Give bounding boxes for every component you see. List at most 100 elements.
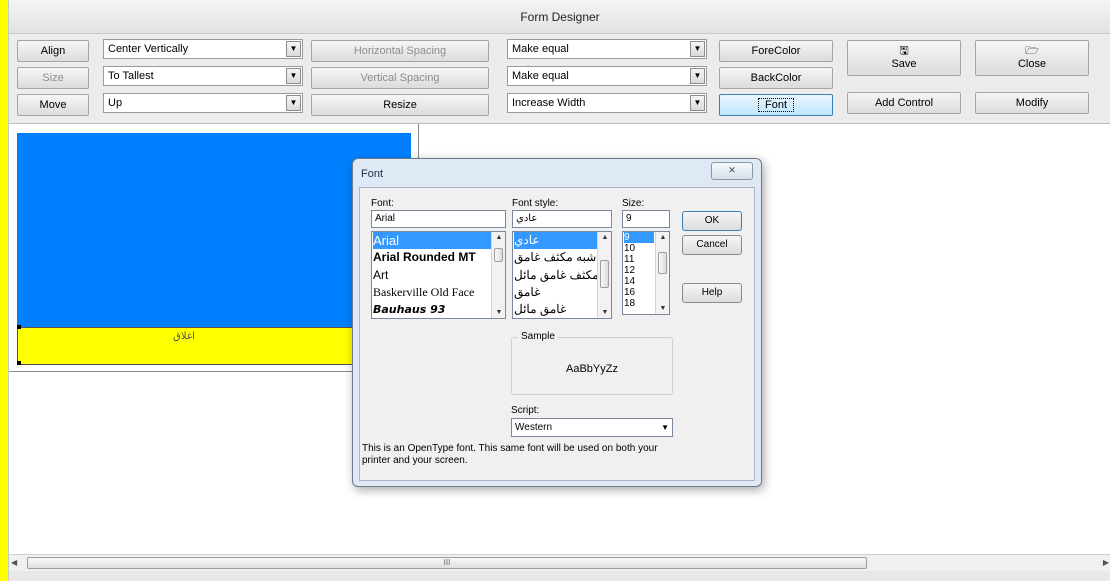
font-size-item[interactable]: 11 bbox=[624, 254, 634, 265]
scrollbar-thumb[interactable]: III bbox=[27, 557, 867, 569]
size-combo-value: To Tallest bbox=[108, 70, 154, 82]
dropdown-arrow-icon[interactable]: ▼ bbox=[690, 68, 705, 84]
font-size-item[interactable]: 10 bbox=[624, 243, 635, 254]
font-style-scrollbar[interactable]: ▲ ▼ bbox=[597, 232, 611, 318]
font-button-label: Font bbox=[757, 98, 794, 112]
sample-label: Sample bbox=[518, 331, 558, 342]
font-list[interactable]: Arial Arial Rounded MT Art Baskerville O… bbox=[371, 231, 506, 319]
font-list-item[interactable]: Arial bbox=[373, 232, 491, 249]
scroll-down-icon[interactable]: ▼ bbox=[656, 305, 669, 312]
script-combo[interactable]: Western ▼ bbox=[511, 418, 673, 437]
move-combo[interactable]: Up ▼ bbox=[103, 93, 303, 113]
font-button[interactable]: Font bbox=[719, 94, 833, 116]
font-list-item[interactable]: Arial Rounded MT bbox=[373, 249, 476, 266]
close-icon: ⨯ bbox=[727, 165, 737, 176]
scrollbar-thumb[interactable] bbox=[600, 260, 609, 288]
modify-button[interactable]: Modify bbox=[975, 92, 1089, 114]
status-bar bbox=[9, 571, 1110, 581]
resize-combo-value: Increase Width bbox=[512, 97, 586, 109]
scrollbar-grip: III bbox=[443, 558, 451, 567]
scrollbar-thumb[interactable] bbox=[658, 252, 667, 274]
resize-handle[interactable] bbox=[17, 361, 21, 365]
scroll-down-icon[interactable]: ▼ bbox=[492, 309, 505, 316]
font-dialog-body: Font: Arial Arial Arial Rounded MT Art B… bbox=[359, 187, 755, 481]
font-style-input[interactable]: عادي bbox=[512, 210, 612, 228]
font-name-input[interactable]: Arial bbox=[371, 210, 506, 228]
font-style-list[interactable]: عادي شبه مكثف غامق ه مكثف غامق مائل غامق… bbox=[512, 231, 612, 319]
cancel-button[interactable]: Cancel bbox=[682, 235, 742, 255]
dropdown-arrow-icon[interactable]: ▼ bbox=[286, 68, 301, 84]
size-combo[interactable]: To Tallest ▼ bbox=[103, 66, 303, 86]
align-button[interactable]: Align bbox=[17, 40, 89, 62]
font-style-item[interactable]: غامق bbox=[514, 284, 540, 301]
close-button[interactable]: 🗁 Close bbox=[975, 40, 1089, 76]
horizontal-scrollbar[interactable]: ◀ III ▶ bbox=[9, 554, 1110, 571]
close-control-caption: اغلاق bbox=[173, 331, 195, 342]
dialog-close-button[interactable]: ⨯ bbox=[711, 162, 753, 180]
close-button-label: Close bbox=[1017, 58, 1047, 70]
horizontal-spacing-button[interactable]: Horizontal Spacing bbox=[311, 40, 489, 62]
move-button[interactable]: Move bbox=[17, 94, 89, 116]
help-button[interactable]: Help bbox=[682, 283, 742, 303]
scroll-up-icon[interactable]: ▲ bbox=[656, 234, 669, 241]
font-list-scrollbar[interactable]: ▲ ▼ bbox=[491, 232, 505, 318]
horizontal-spacing-combo-value: Make equal bbox=[512, 43, 569, 55]
forecolor-button[interactable]: ForeColor bbox=[719, 40, 833, 62]
font-dialog-title: Font bbox=[361, 168, 384, 180]
dropdown-arrow-icon[interactable]: ▼ bbox=[661, 419, 669, 436]
save-button[interactable]: 🖫 Save bbox=[847, 40, 961, 76]
font-list-item[interactable]: Bauhaus 93 bbox=[373, 301, 445, 318]
folder-icon: 🗁 bbox=[1025, 45, 1039, 57]
scroll-left-icon[interactable]: ◀ bbox=[11, 558, 17, 567]
resize-button[interactable]: Resize bbox=[311, 94, 489, 116]
font-style-item[interactable]: غامق مائل bbox=[514, 301, 566, 318]
font-list-item[interactable]: Art bbox=[373, 267, 388, 284]
dropdown-arrow-icon[interactable]: ▼ bbox=[690, 41, 705, 57]
scroll-up-icon[interactable]: ▲ bbox=[598, 234, 611, 241]
resize-combo[interactable]: Increase Width ▼ bbox=[507, 93, 707, 113]
font-style-item[interactable]: ه مكثف غامق مائل bbox=[514, 267, 608, 284]
save-button-label: Save bbox=[891, 58, 917, 70]
font-size-item[interactable]: 14 bbox=[624, 276, 635, 287]
dropdown-arrow-icon[interactable]: ▼ bbox=[690, 95, 705, 111]
move-combo-value: Up bbox=[108, 97, 123, 109]
font-size-input[interactable]: 9 bbox=[622, 210, 670, 228]
font-size-item[interactable]: 16 bbox=[624, 287, 635, 298]
font-size-item[interactable]: 12 bbox=[624, 265, 635, 276]
font-size-item[interactable]: 18 bbox=[624, 298, 635, 309]
window-title: Form Designer bbox=[9, 0, 1110, 34]
font-style-item[interactable]: عادي bbox=[514, 232, 598, 249]
font-style-item[interactable]: شبه مكثف غامق bbox=[514, 249, 596, 266]
add-control-button[interactable]: Add Control bbox=[847, 92, 961, 114]
font-size-list[interactable]: 9 10 11 12 14 16 18 ▲ ▼ bbox=[622, 231, 670, 315]
horizontal-spacing-combo[interactable]: Make equal ▼ bbox=[507, 39, 707, 59]
font-list-item[interactable]: Baskerville Old Face bbox=[373, 284, 474, 301]
backcolor-button[interactable]: BackColor bbox=[719, 67, 833, 89]
size-button[interactable]: Size bbox=[17, 67, 89, 89]
scroll-down-icon[interactable]: ▼ bbox=[598, 309, 611, 316]
save-icon: 🖫 bbox=[899, 45, 909, 57]
align-combo[interactable]: Center Vertically ▼ bbox=[103, 39, 303, 59]
font-label: Font: bbox=[371, 198, 394, 209]
align-combo-value: Center Vertically bbox=[108, 43, 189, 55]
font-style-label: Font style: bbox=[512, 198, 559, 209]
scrollbar-thumb[interactable] bbox=[494, 248, 503, 262]
dropdown-arrow-icon[interactable]: ▼ bbox=[286, 95, 301, 111]
font-description: This is an OpenType font. This same font… bbox=[362, 443, 658, 466]
scroll-up-icon[interactable]: ▲ bbox=[492, 234, 505, 241]
sample-text: AaBbYyZz bbox=[566, 363, 618, 375]
scroll-right-icon[interactable]: ▶ bbox=[1103, 558, 1109, 567]
script-combo-value: Western bbox=[515, 422, 553, 433]
vertical-spacing-button[interactable]: Vertical Spacing bbox=[311, 67, 489, 89]
script-label: Script: bbox=[511, 405, 540, 416]
vertical-spacing-combo[interactable]: Make equal ▼ bbox=[507, 66, 707, 86]
font-size-item[interactable]: 9 bbox=[624, 232, 654, 243]
size-label: Size: bbox=[622, 198, 645, 209]
dropdown-arrow-icon[interactable]: ▼ bbox=[286, 41, 301, 57]
toolbar: Align Size Move Center Vertically ▼ To T… bbox=[9, 34, 1110, 124]
vertical-spacing-combo-value: Make equal bbox=[512, 70, 569, 82]
ok-button[interactable]: OK bbox=[682, 211, 742, 231]
font-dialog: Font ⨯ Font: Arial Arial Arial Rounded M… bbox=[352, 158, 762, 487]
resize-handle[interactable] bbox=[17, 325, 21, 329]
font-size-scrollbar[interactable]: ▲ ▼ bbox=[655, 232, 669, 314]
